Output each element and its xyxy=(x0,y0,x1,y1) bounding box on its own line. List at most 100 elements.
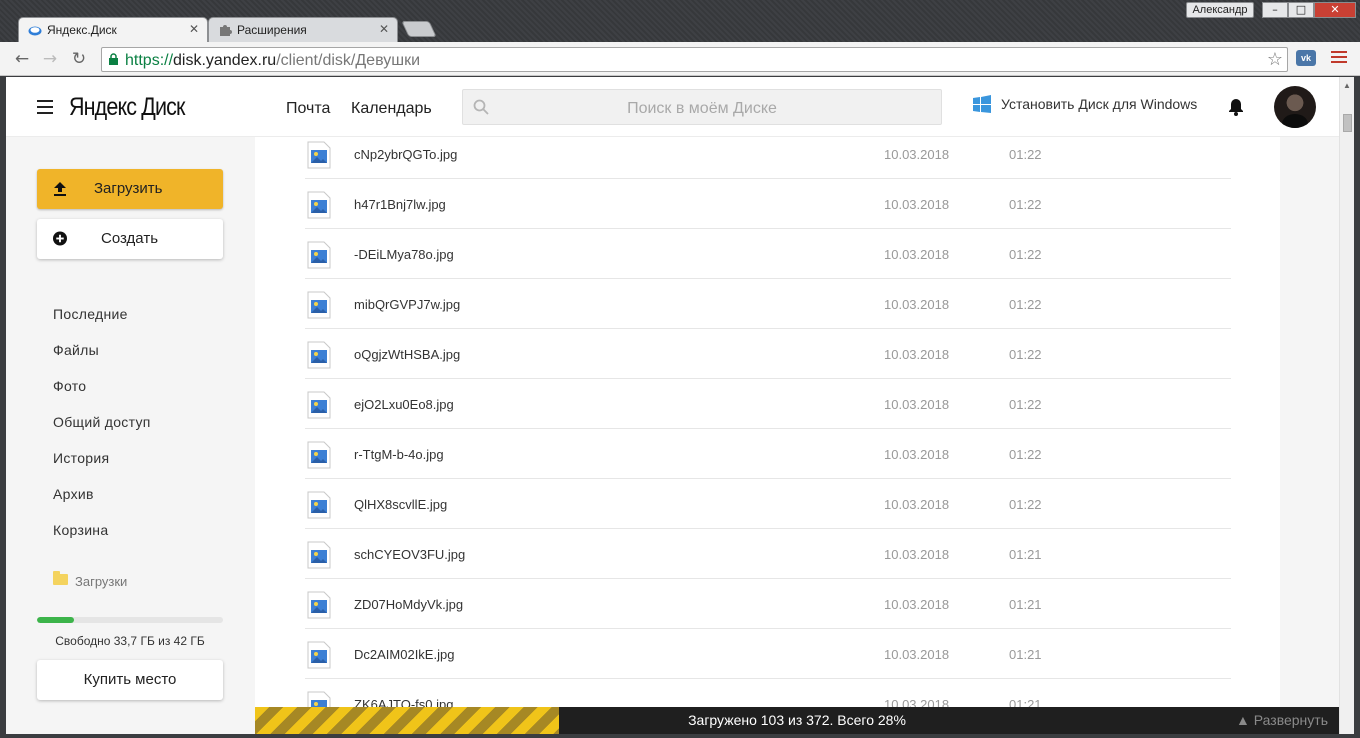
sidebar-folder-downloads[interactable]: Загрузки xyxy=(53,571,127,589)
tab-yandex-disk[interactable]: Яндекс.Диск ✕ xyxy=(18,17,208,42)
url-text: https://disk.yandex.ru/client/disk/Девуш… xyxy=(125,52,420,70)
sidebar-item-files[interactable]: Файлы xyxy=(53,342,151,378)
file-row[interactable]: mibQrGVPJ7w.jpg 10.03.2018 01:22 xyxy=(305,279,1231,329)
bookmark-star-icon[interactable]: ☆ xyxy=(1267,49,1283,70)
file-row[interactable]: ejO2Lxu0Eo8.jpg 10.03.2018 01:22 xyxy=(305,379,1231,429)
image-file-icon xyxy=(307,641,331,669)
upload-arrow-icon xyxy=(54,182,66,196)
file-time: 01:22 xyxy=(1009,197,1042,212)
page-viewport: Яндекс Диск Почта Календарь Поиск в моём… xyxy=(6,77,1339,734)
file-time: 01:22 xyxy=(1009,247,1042,262)
notification-bell-icon[interactable] xyxy=(1228,98,1244,116)
quota-progress-bar xyxy=(37,617,223,623)
image-file-icon xyxy=(307,391,331,419)
back-arrow-icon[interactable]: ← xyxy=(12,49,32,69)
file-row[interactable]: schCYEOV3FU.jpg 10.03.2018 01:21 xyxy=(305,529,1231,579)
file-row[interactable]: QlHX8scvllE.jpg 10.03.2018 01:22 xyxy=(305,479,1231,529)
yandex-disk-logo[interactable]: Яндекс Диск xyxy=(69,93,185,122)
file-list: cNp2ybrQGTo.jpg 10.03.2018 01:22 h47r1Bnj7l… xyxy=(305,129,1231,729)
address-bar[interactable]: https://disk.yandex.ru/client/disk/Девуш… xyxy=(101,47,1288,72)
sidebar: Загрузить Создать Последние Файлы Фото О… xyxy=(6,137,255,734)
puzzle-icon xyxy=(220,25,232,36)
image-file-icon xyxy=(307,541,331,569)
upload-label: Загрузить xyxy=(94,180,163,197)
tab-close-icon[interactable]: ✕ xyxy=(189,22,199,36)
file-name[interactable]: r-TtgM-b-4o.jpg xyxy=(354,447,444,462)
file-row[interactable]: r-TtgM-b-4o.jpg 10.03.2018 01:22 xyxy=(305,429,1231,479)
file-name[interactable]: QlHX8scvllE.jpg xyxy=(354,497,447,512)
sidebar-item-trash[interactable]: Корзина xyxy=(53,522,151,558)
file-time: 01:22 xyxy=(1009,397,1042,412)
close-window-button[interactable]: ✕ xyxy=(1314,2,1356,18)
page-scrollbar[interactable]: ▲ xyxy=(1339,77,1354,734)
reload-icon[interactable]: ↻ xyxy=(69,49,89,69)
minimize-button[interactable]: – xyxy=(1262,2,1288,18)
file-row[interactable]: h47r1Bnj7lw.jpg 10.03.2018 01:22 xyxy=(305,179,1231,229)
file-row[interactable]: Dc2AIM02IkE.jpg 10.03.2018 01:21 xyxy=(305,629,1231,679)
forward-arrow-icon[interactable]: → xyxy=(40,49,60,69)
profile-button[interactable]: Александр xyxy=(1186,2,1254,18)
calendar-link[interactable]: Календарь xyxy=(351,100,432,118)
folder-icon xyxy=(53,571,68,585)
file-time: 01:21 xyxy=(1009,647,1042,662)
file-name[interactable]: cNp2ybrQGTo.jpg xyxy=(354,147,457,162)
scroll-up-arrow-icon[interactable]: ▲ xyxy=(1343,81,1351,90)
expand-button[interactable]: ▲ Развернуть xyxy=(1236,712,1328,728)
file-list-panel: cNp2ybrQGTo.jpg 10.03.2018 01:22 h47r1Bnj7l… xyxy=(255,137,1280,734)
create-label: Создать xyxy=(101,230,159,247)
file-name[interactable]: -DEiLMya78o.jpg xyxy=(354,247,454,262)
install-disk-link[interactable]: Установить Диск для Windows xyxy=(973,95,1197,113)
sidebar-item-history[interactable]: История xyxy=(53,450,151,486)
image-file-icon xyxy=(307,191,331,219)
upload-status-text: Загружено 103 из 372. Всего 28% xyxy=(688,712,906,728)
sidebar-item-archive[interactable]: Архив xyxy=(53,486,151,522)
create-button[interactable]: Создать xyxy=(37,219,223,259)
file-row[interactable]: cNp2ybrQGTo.jpg 10.03.2018 01:22 xyxy=(305,129,1231,179)
file-name[interactable]: h47r1Bnj7lw.jpg xyxy=(354,197,446,212)
file-name[interactable]: ejO2Lxu0Eo8.jpg xyxy=(354,397,454,412)
file-name[interactable]: Dc2AIM02IkE.jpg xyxy=(354,647,454,662)
quota-progress-fill xyxy=(37,617,75,623)
file-date: 10.03.2018 xyxy=(884,597,950,612)
file-date: 10.03.2018 xyxy=(884,447,950,462)
tab-extensions[interactable]: Расширения ✕ xyxy=(208,17,398,42)
maximize-button[interactable]: □ xyxy=(1288,2,1314,18)
file-time: 01:21 xyxy=(1009,597,1042,612)
file-name[interactable]: ZD07HoMdyVk.jpg xyxy=(354,597,463,612)
file-time: 01:22 xyxy=(1009,497,1042,512)
sidebar-item-recent[interactable]: Последние xyxy=(53,306,151,342)
file-row[interactable]: -DEiLMya78o.jpg 10.03.2018 01:22 xyxy=(305,229,1231,279)
sidebar-item-shared[interactable]: Общий доступ xyxy=(53,414,151,450)
file-date: 10.03.2018 xyxy=(884,547,950,562)
file-date: 10.03.2018 xyxy=(884,497,950,512)
browser-toolbar: ← → ↻ https://disk.yandex.ru/client/disk… xyxy=(0,42,1360,76)
new-tab-button[interactable] xyxy=(401,21,437,37)
file-date: 10.03.2018 xyxy=(884,647,950,662)
vk-extension-icon[interactable]: vk xyxy=(1296,50,1316,66)
windows-logo-icon xyxy=(973,95,991,113)
file-name[interactable]: schCYEOV3FU.jpg xyxy=(354,547,465,562)
file-row[interactable]: ZD07HoMdyVk.jpg 10.03.2018 01:21 xyxy=(305,579,1231,629)
mail-link[interactable]: Почта xyxy=(286,100,330,118)
search-input[interactable]: Поиск в моём Диске xyxy=(462,89,942,125)
url-scheme: https:// xyxy=(125,52,174,69)
file-time: 01:21 xyxy=(1009,547,1042,562)
sidebar-item-photo[interactable]: Фото xyxy=(53,378,151,414)
tab-close-icon[interactable]: ✕ xyxy=(379,22,389,36)
scrollbar-thumb[interactable] xyxy=(1343,114,1352,132)
hamburger-menu-icon[interactable] xyxy=(37,100,53,114)
image-file-icon xyxy=(307,141,331,169)
chrome-menu-icon[interactable] xyxy=(1331,51,1347,65)
file-row[interactable]: oQgjzWtHSBA.jpg 10.03.2018 01:22 xyxy=(305,329,1231,379)
file-date: 10.03.2018 xyxy=(884,247,950,262)
file-name[interactable]: mibQrGVPJ7w.jpg xyxy=(354,297,460,312)
upload-button[interactable]: Загрузить xyxy=(37,169,223,209)
user-avatar[interactable] xyxy=(1274,86,1316,128)
file-time: 01:22 xyxy=(1009,297,1042,312)
buy-space-button[interactable]: Купить место xyxy=(37,660,223,700)
plus-circle-icon xyxy=(53,231,67,246)
image-file-icon xyxy=(307,291,331,319)
site-header: Яндекс Диск Почта Календарь Поиск в моём… xyxy=(6,77,1339,137)
upload-status-bar[interactable]: Загружено 103 из 372. Всего 28% ▲ Развер… xyxy=(255,707,1339,734)
file-name[interactable]: oQgjzWtHSBA.jpg xyxy=(354,347,460,362)
